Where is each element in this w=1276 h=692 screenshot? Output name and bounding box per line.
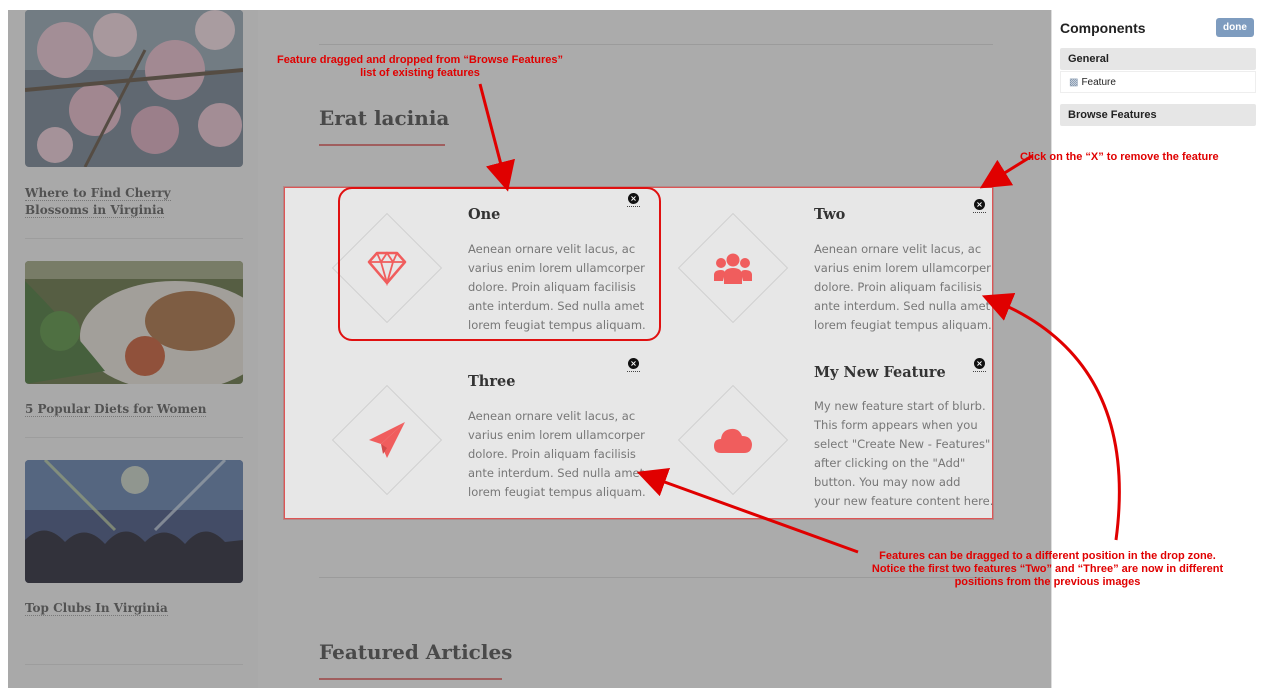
arrow-to-remove-x [979, 154, 1033, 189]
arrow-to-feature-two [981, 292, 1121, 541]
arrow-to-feature-three [636, 468, 859, 554]
arrow-to-feature-one [478, 83, 515, 192]
annotation-arrows [478, 83, 1121, 554]
